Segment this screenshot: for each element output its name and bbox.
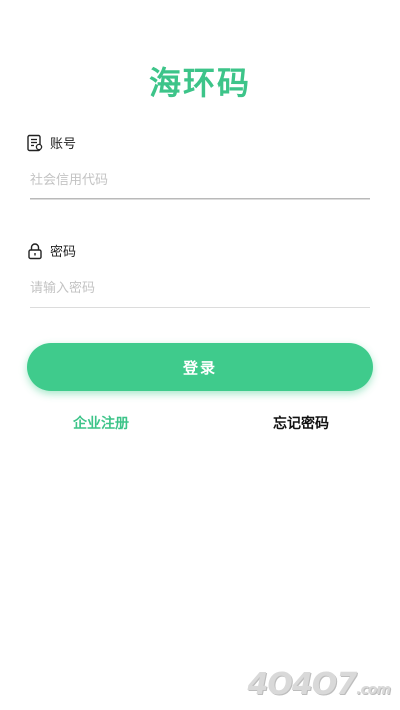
password-label-row: 密码 bbox=[26, 241, 76, 260]
watermark-suffix: .com bbox=[356, 682, 391, 698]
watermark-text: 4O4O7 bbox=[247, 667, 358, 702]
lock-icon bbox=[26, 242, 44, 260]
password-label: 密码 bbox=[50, 245, 77, 260]
password-input[interactable] bbox=[30, 278, 370, 298]
account-input[interactable] bbox=[30, 170, 370, 190]
watermark-logo: 4O4O7.com bbox=[247, 667, 391, 702]
account-underline bbox=[30, 198, 370, 200]
login-button[interactable]: 登录 bbox=[27, 343, 373, 391]
register-link[interactable]: 企业注册 bbox=[73, 413, 129, 433]
app-title: 海环码 bbox=[148, 64, 251, 102]
id-card-icon bbox=[26, 134, 44, 152]
account-label-row: 账号 bbox=[26, 133, 76, 152]
password-underline bbox=[30, 307, 370, 308]
forgot-password-link[interactable]: 忘记密码 bbox=[273, 413, 329, 433]
account-label: 账号 bbox=[50, 137, 77, 152]
